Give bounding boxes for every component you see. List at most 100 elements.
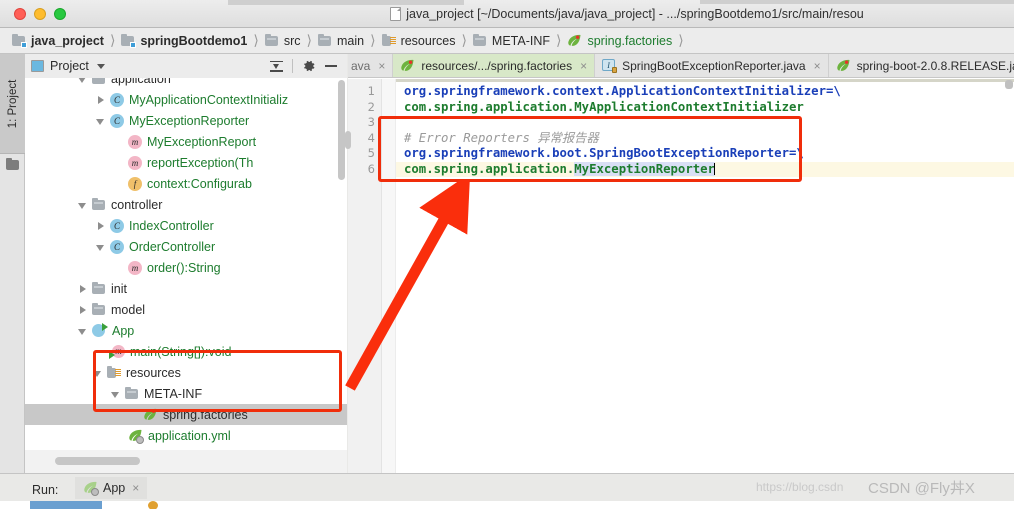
chevron-down-icon[interactable] bbox=[110, 388, 122, 400]
tree-item-label: init bbox=[111, 281, 127, 296]
code-continuation: =\ bbox=[788, 146, 804, 160]
folder-icon bbox=[92, 302, 106, 316]
project-tree[interactable]: application C MyApplicationContextInitia… bbox=[25, 78, 347, 450]
method-icon: m bbox=[128, 155, 142, 170]
breadcrumb-separator: ⟩ bbox=[461, 32, 467, 48]
tree-item-label: MyExceptionReporter bbox=[129, 113, 250, 128]
line-number: 1 bbox=[367, 84, 375, 98]
method-icon: m bbox=[128, 134, 142, 149]
chevron-right-icon[interactable] bbox=[95, 94, 107, 106]
gear-icon[interactable] bbox=[302, 59, 316, 73]
project-panel-title: Project bbox=[50, 59, 89, 73]
close-icon[interactable]: × bbox=[132, 481, 139, 495]
chevron-right-icon[interactable] bbox=[77, 304, 89, 316]
code-editor[interactable]: 1 2 3 4 5 6 org.springframework.context.… bbox=[345, 79, 1014, 473]
chevron-down-icon[interactable] bbox=[96, 63, 105, 69]
tree-item-context-field[interactable]: f context:Configurab bbox=[25, 173, 347, 194]
tree-item-label: order():String bbox=[147, 260, 221, 275]
tree-item-app[interactable]: App bbox=[25, 320, 347, 341]
bottom-tool-window: Run: App × bbox=[0, 473, 1014, 509]
spring-leaf-icon bbox=[567, 34, 582, 47]
chevron-down-icon[interactable] bbox=[95, 241, 107, 253]
editor-tab-partial[interactable]: ava × bbox=[348, 54, 394, 77]
tree-item-indexcontroller[interactable]: C IndexController bbox=[25, 215, 347, 236]
tree-item-label: application bbox=[111, 78, 171, 86]
editor-tab-springbootexceptionreporter[interactable]: I SpringBootExceptionReporter.java × bbox=[595, 54, 829, 77]
runnable-class-icon bbox=[92, 322, 108, 338]
spring-leaf-icon bbox=[143, 408, 158, 421]
tree-item-myapplicationcontextinitializer[interactable]: C MyApplicationContextInitializ bbox=[25, 89, 347, 110]
breadcrumb-item-src[interactable]: src bbox=[264, 33, 301, 48]
project-panel-header: Project bbox=[25, 54, 347, 78]
tree-item-application[interactable]: application bbox=[25, 78, 347, 89]
project-view-icon bbox=[31, 60, 44, 72]
breadcrumb-item-main[interactable]: main bbox=[318, 33, 364, 48]
code-line-5: org.springframework.boot.SpringBootExcep… bbox=[396, 146, 1014, 162]
breadcrumb-separator: ⟩ bbox=[306, 32, 312, 48]
breadcrumb-separator: ⟩ bbox=[109, 32, 116, 48]
line-number: 5 bbox=[367, 146, 375, 160]
line-number: 3 bbox=[367, 115, 375, 129]
tree-item-model[interactable]: model bbox=[25, 299, 347, 320]
close-icon[interactable]: × bbox=[580, 59, 587, 73]
chevron-right-icon[interactable] bbox=[77, 283, 89, 295]
run-tab-app[interactable]: App × bbox=[75, 477, 148, 499]
chevron-down-icon[interactable] bbox=[77, 78, 89, 85]
editor-tab-spring-boot-jar[interactable]: spring-boot-2.0.8.RELEASE.jar!/.. bbox=[829, 54, 1014, 77]
breadcrumb-item-meta-inf[interactable]: META-INF bbox=[472, 33, 550, 48]
editor-tab-spring-factories[interactable]: resources/.../spring.factories × bbox=[393, 54, 596, 77]
breadcrumb-label: java_project bbox=[31, 33, 104, 48]
chevron-down-icon[interactable] bbox=[77, 199, 89, 211]
minimize-icon[interactable] bbox=[325, 65, 337, 67]
editor-gutter-handle[interactable] bbox=[345, 131, 351, 149]
breadcrumb-item-springbootdemo1[interactable]: springBootdemo1 bbox=[121, 33, 247, 48]
yml-config-icon bbox=[128, 429, 144, 444]
folder-icon bbox=[264, 33, 279, 47]
close-icon[interactable]: × bbox=[378, 59, 385, 73]
tree-item-resources[interactable]: resources bbox=[25, 362, 347, 383]
tree-item-application-yml[interactable]: application.yml bbox=[25, 425, 347, 446]
tree-item-controller[interactable]: controller bbox=[25, 194, 347, 215]
tree-item-myexceptionreport-method[interactable]: m MyExceptionReport bbox=[25, 131, 347, 152]
tree-item-init[interactable]: init bbox=[25, 278, 347, 299]
tree-item-spring-factories[interactable]: spring.factories bbox=[25, 404, 347, 425]
tree-item-order-method[interactable]: m order():String bbox=[25, 257, 347, 278]
chevron-down-icon[interactable] bbox=[77, 325, 89, 337]
breadcrumb-item-java-project[interactable]: java_project bbox=[12, 33, 104, 48]
folder-icon bbox=[318, 33, 332, 47]
folder-icon bbox=[125, 386, 139, 400]
tree-item-reportexception-method[interactable]: m reportException(Th bbox=[25, 152, 347, 173]
tool-tab-project[interactable]: 1: Project bbox=[0, 54, 25, 154]
code-folding-column[interactable] bbox=[382, 79, 396, 473]
module-folder-icon bbox=[121, 33, 137, 48]
tree-item-main-method[interactable]: m main(String[]):void bbox=[25, 341, 347, 362]
chevron-down-icon[interactable] bbox=[95, 115, 107, 127]
code-comment: # Error Reporters 异常报告器 bbox=[404, 130, 599, 145]
tree-item-label: model bbox=[111, 302, 146, 317]
tree-item-ordercontroller[interactable]: C OrderController bbox=[25, 236, 347, 257]
code-text-area[interactable]: org.springframework.context.ApplicationC… bbox=[396, 79, 1014, 473]
tree-item-myexceptionreporter[interactable]: C MyExceptionReporter bbox=[25, 110, 347, 131]
collapse-all-icon[interactable] bbox=[270, 60, 283, 73]
breadcrumb[interactable]: java_project ⟩ springBootdemo1 ⟩ src ⟩ m… bbox=[0, 28, 1014, 54]
close-icon[interactable]: × bbox=[814, 59, 821, 73]
editor-tab-bar[interactable]: ava × resources/.../spring.factories × I… bbox=[348, 54, 1014, 78]
breadcrumb-separator: ⟩ bbox=[253, 32, 259, 48]
tree-item-label: main(String[]):void bbox=[130, 344, 232, 359]
chevron-right-icon[interactable] bbox=[95, 220, 107, 232]
titlebar-artifact-left bbox=[228, 0, 464, 5]
editor-tab-label: spring-boot-2.0.8.RELEASE.jar!/.. bbox=[856, 58, 1014, 73]
breadcrumb-label: spring.factories bbox=[587, 33, 673, 48]
breadcrumb-item-resources[interactable]: resources bbox=[381, 33, 455, 48]
folder-icon bbox=[92, 197, 106, 211]
breadcrumb-label: src bbox=[283, 33, 301, 48]
run-tab-label: App bbox=[103, 481, 126, 495]
tool-tab-project-label: 1: Project bbox=[6, 79, 19, 128]
project-view-selector[interactable]: Project bbox=[31, 59, 105, 73]
chevron-down-icon[interactable] bbox=[92, 367, 104, 379]
breadcrumb-item-spring-factories[interactable]: spring.factories bbox=[567, 34, 672, 48]
tree-horizontal-scrollbar[interactable] bbox=[55, 457, 140, 465]
tree-item-meta-inf[interactable]: META-INF bbox=[25, 383, 347, 404]
folder-icon[interactable] bbox=[6, 158, 19, 170]
